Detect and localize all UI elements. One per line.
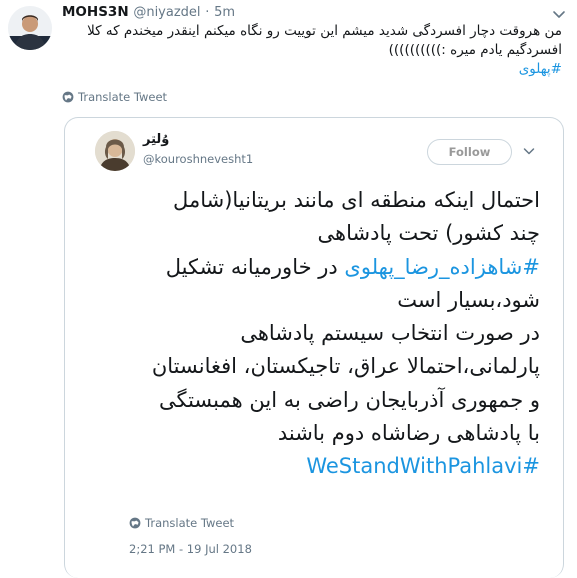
quoted-translate-tweet-link[interactable]: Translate Tweet: [129, 516, 234, 530]
translate-tweet-link[interactable]: Translate Tweet: [62, 90, 167, 104]
separator: ·: [205, 5, 210, 20]
chevron-down-icon[interactable]: [521, 143, 537, 159]
quoted-avatar[interactable]: [95, 131, 135, 171]
tweet-time[interactable]: 5m: [214, 5, 235, 20]
tweet-body: من هروقت دچار افسردگی شدید میشم این تویی…: [87, 23, 562, 58]
quoted-display-name[interactable]: وُلتِر: [143, 132, 169, 147]
hashtag-link[interactable]: #شاهزاده_رضا_پهلوی: [344, 255, 540, 279]
globe-icon: [62, 91, 74, 103]
chevron-down-icon[interactable]: [549, 4, 569, 24]
quoted-line: #WeStandWithPahlavi: [128, 450, 540, 483]
quoted-line: چند کشور) تحت پادشاهی: [317, 221, 540, 246]
translate-label: Translate Tweet: [78, 90, 168, 104]
quoted-tweet-text: احتمال اینکه منطقه ای مانند بریتانیا(شام…: [128, 184, 540, 484]
quoted-line: #شاهزاده_رضا_پهلوی در خاورمیانه تشکیل: [165, 254, 540, 279]
display-name[interactable]: MOHS3N: [62, 4, 129, 20]
globe-icon: [129, 517, 141, 529]
quoted-line: پارلمانی،احتمالا عراق، تاجیکستان، افغانس…: [151, 354, 540, 379]
quoted-line: شود،بسیار است: [397, 287, 540, 312]
quoted-line: احتمال اینکه منطقه ای مانند بریتانیا(شام…: [173, 188, 540, 212]
translate-label: Translate Tweet: [145, 516, 235, 530]
follow-button[interactable]: Follow: [427, 139, 512, 165]
tweet-text: من هروقت دچار افسردگی شدید میشم این تویی…: [62, 22, 562, 79]
hashtag-link[interactable]: #WeStandWithPahlavi: [306, 454, 540, 478]
quoted-line: و جمهوری آذربایجان راضی به این همبستگی: [158, 387, 540, 412]
quoted-line: در صورت انتخاب سیستم پادشاهی: [240, 321, 540, 346]
author-line: MOHS3N @niyazdel · 5m: [62, 4, 235, 20]
quoted-handle[interactable]: @kouroshnevesht1: [143, 152, 253, 166]
hashtag-link[interactable]: #پهلوی: [519, 61, 562, 77]
quoted-timestamp[interactable]: 2;21 PM - 19 Jul 2018: [129, 542, 252, 556]
handle[interactable]: @niyazdel: [133, 5, 200, 20]
avatar[interactable]: [8, 6, 52, 50]
quoted-line: با پادشاهی رضاشاه دوم باشند: [277, 421, 540, 446]
